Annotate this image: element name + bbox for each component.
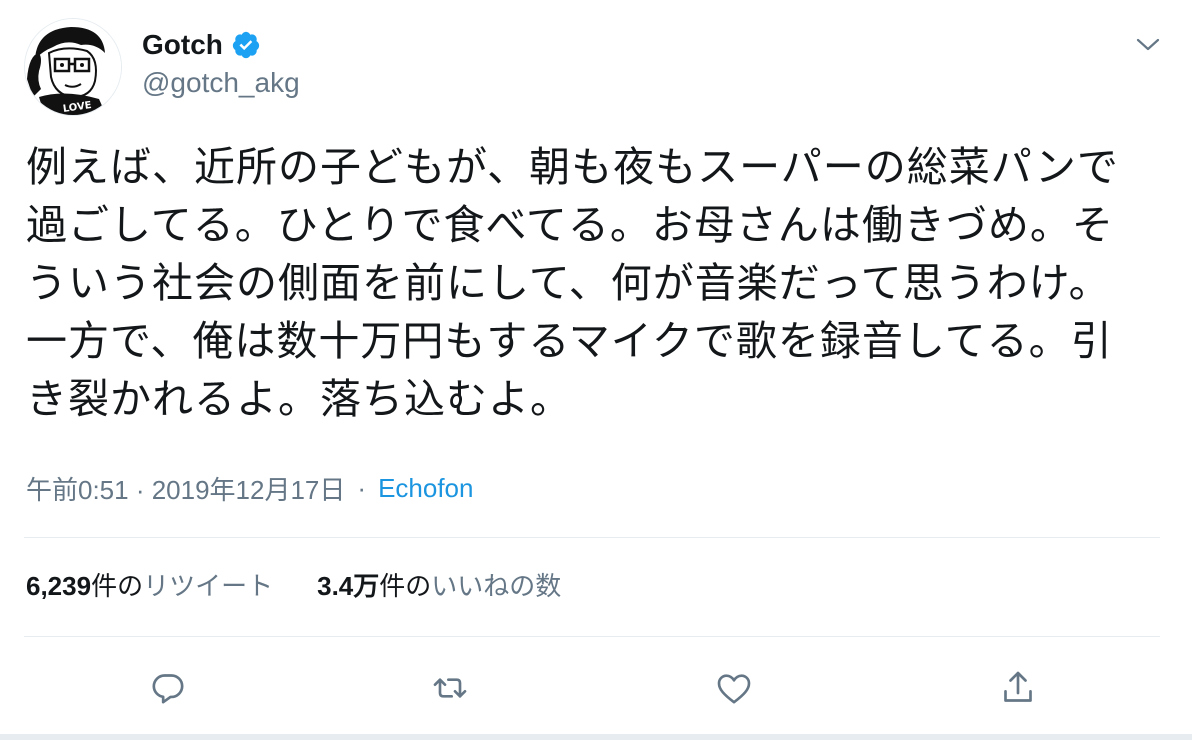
meta-separator: · — [357, 473, 367, 503]
user-names: Gotch @gotch_akg — [142, 29, 300, 99]
avatar[interactable]: LOVE — [24, 18, 122, 116]
divider-top — [24, 537, 1160, 538]
card-bottom-border — [0, 734, 1192, 740]
likes-count: 3.4万 — [317, 571, 380, 601]
display-name-row: Gotch — [142, 29, 300, 61]
likes-label-prefix: 件の — [379, 572, 432, 602]
display-name[interactable]: Gotch — [142, 29, 223, 61]
likes-label: いいねの数 — [431, 572, 562, 602]
tweet-timestamp[interactable]: 午前0:51 · 2019年12月17日 — [26, 470, 345, 507]
heart-icon[interactable] — [706, 660, 762, 716]
retweets-stat[interactable]: 6,239 件の リツイート — [26, 566, 273, 603]
tweet-source-link[interactable]: Echofon — [378, 473, 473, 504]
retweet-icon[interactable] — [422, 660, 478, 716]
tweet-text: 例えば、近所の子どもが、朝も夜もスーパーの総菜パンで過ごしてる。ひとりで食べてる… — [26, 143, 1119, 423]
tweet-stats: 6,239 件の リツイート 3.4万 件の いいねの数 — [26, 566, 561, 603]
chevron-down-icon[interactable] — [1134, 30, 1162, 58]
avatar-illustration: LOVE — [25, 19, 121, 115]
divider-bottom — [24, 636, 1160, 637]
verified-badge-icon — [231, 30, 261, 60]
tweet-header: LOVE Gotch @gotch_akg — [24, 18, 300, 116]
retweets-count: 6,239 — [26, 571, 92, 601]
tweet-card: LOVE Gotch @gotch_akg 例えば、近所の子どもが、朝も夜もスー… — [0, 0, 1192, 740]
user-handle[interactable]: @gotch_akg — [142, 67, 300, 99]
likes-stat[interactable]: 3.4万 件の いいねの数 — [317, 566, 561, 603]
share-icon[interactable] — [990, 660, 1046, 716]
tweet-actions — [0, 660, 1192, 716]
tweet-meta: 午前0:51 · 2019年12月17日 · Echofon — [26, 470, 473, 507]
retweets-label: リツイート — [143, 572, 274, 602]
retweets-label-prefix: 件の — [91, 572, 144, 602]
reply-icon[interactable] — [140, 660, 196, 716]
